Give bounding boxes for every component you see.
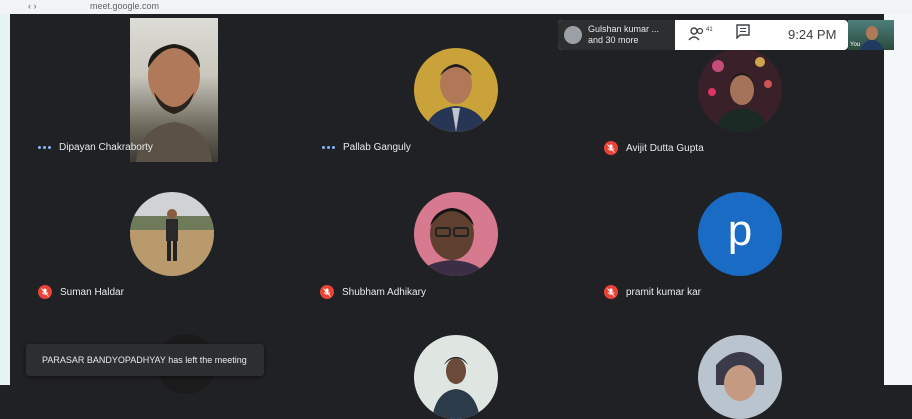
participants-chip[interactable]: Gulshan kumar ... and 30 more [558,20,675,50]
self-label: You [850,42,861,48]
participant-avatar-partial [414,335,498,419]
participant-name: Suman Haldar [60,286,124,298]
name-row: pramit kumar kar [604,285,701,299]
participant-name: Pallab Ganguly [343,142,411,153]
name-row: Avijit Dutta Gupta [604,141,704,155]
mic-off-icon [604,141,618,155]
name-row: Pallab Ganguly [322,142,411,153]
speaking-indicator-icon [322,146,335,149]
avatar-initial: p [727,206,753,255]
url-text[interactable]: meet.google.com [90,1,159,11]
participants-summary: Gulshan kumar ... and 30 more [588,24,660,45]
people-icon [688,27,704,41]
participant-avatar [130,192,214,276]
left-frame [0,0,10,385]
participant-count: 41 [706,27,713,33]
participant-video [130,18,218,162]
participant-name: pramit kumar kar [626,286,702,298]
participant-name: Dipayan Chakraborty [59,142,153,153]
participant-avatar-partial [698,335,782,419]
back-icon[interactable]: ‹ › [28,1,37,11]
mic-off-icon [38,285,52,299]
chat-button[interactable] [735,24,751,44]
notification-toast: PARASAR BANDYOPADHYAY has left the meeti… [26,344,264,376]
participant-initial-avatar: p [698,192,782,276]
participant-name: Shubham Adhikary [342,286,426,298]
participant-avatar [414,192,498,276]
right-frame [884,0,912,385]
avatar [564,26,582,44]
chat-icon [735,24,750,40]
toast-text: PARASAR BANDYOPADHYAY has left the meeti… [42,355,247,365]
name-row: Suman Haldar [38,285,124,299]
clock-time: 9:24 PM [788,27,837,42]
speaking-indicator-icon [38,146,51,149]
mic-off-icon [604,285,618,299]
name-row: Dipayan Chakraborty [38,142,153,153]
participant-avatar [698,48,782,132]
participant-name: Avijit Dutta Gupta [626,142,704,154]
participant-avatar [414,48,498,132]
name-row: Shubham Adhikary [320,285,426,299]
self-view-tile[interactable]: You [848,20,894,50]
meeting-stage: Dipayan Chakraborty Pallab Ganguly Aviji… [10,14,894,419]
browser-bar: ‹ › meet.google.com [0,0,912,14]
participants-button[interactable]: 41 [688,27,713,41]
mic-off-icon [320,285,334,299]
top-icons: 41 [688,24,751,44]
